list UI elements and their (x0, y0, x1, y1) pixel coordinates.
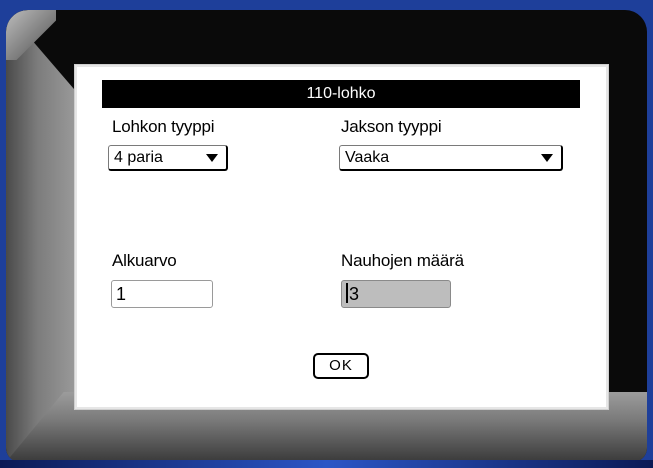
strip-count-text: 3 (349, 284, 360, 304)
ok-button[interactable]: OK (313, 353, 369, 379)
strip-count-label: Nauhojen määrä (341, 251, 464, 270)
block-type-value: 4 paria (114, 149, 163, 166)
start-value-input[interactable]: 1 (111, 280, 213, 308)
dialog-title: 110-lohko (102, 80, 580, 108)
start-value-label: Alkuarvo (112, 251, 177, 270)
block-type-select[interactable]: 4 paria (108, 145, 228, 171)
sequence-type-value: Vaaka (345, 149, 390, 166)
strip-count-input[interactable]: 3 (341, 280, 451, 308)
bezel-corner (6, 10, 56, 60)
bezel-bottom-trim (0, 460, 653, 468)
sequence-type-select[interactable]: Vaaka (339, 145, 563, 171)
chevron-down-icon (541, 154, 553, 162)
dialog-screen: 110-lohko Lohkon tyyppi 4 paria Jakson t… (74, 64, 609, 410)
start-value-text: 1 (116, 284, 127, 304)
block-type-label: Lohkon tyyppi (112, 117, 215, 136)
text-cursor (346, 283, 348, 303)
sequence-type-label: Jakson tyyppi (341, 117, 442, 136)
chevron-down-icon (206, 154, 218, 162)
